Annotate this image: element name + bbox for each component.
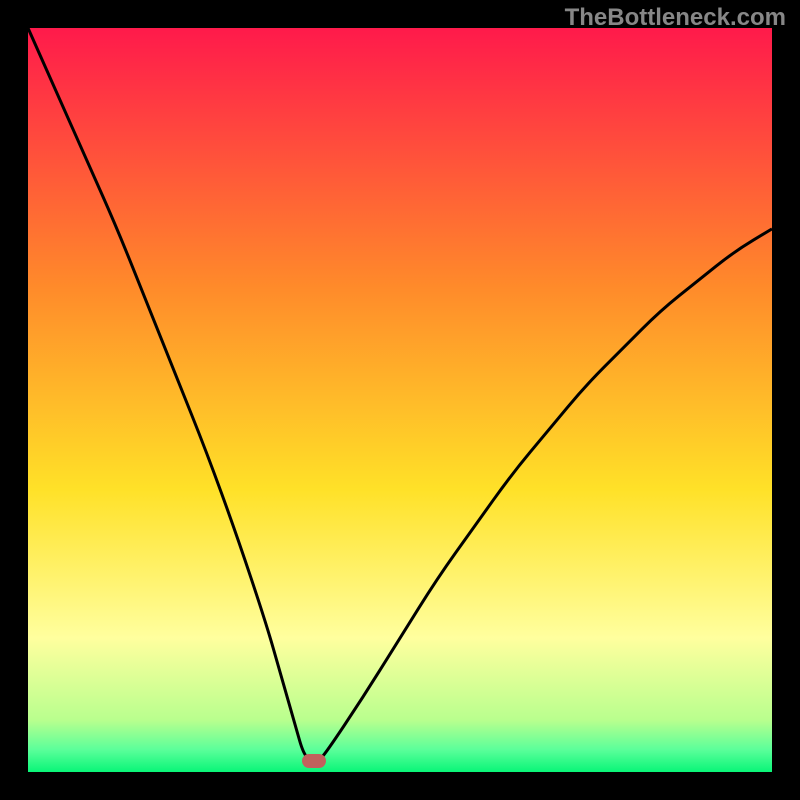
watermark-text: TheBottleneck.com <box>565 4 786 32</box>
chart-frame: TheBottleneck.com <box>0 0 800 800</box>
plot-area <box>28 28 772 772</box>
bottleneck-curve <box>28 28 772 772</box>
optimal-point-marker <box>302 754 326 768</box>
